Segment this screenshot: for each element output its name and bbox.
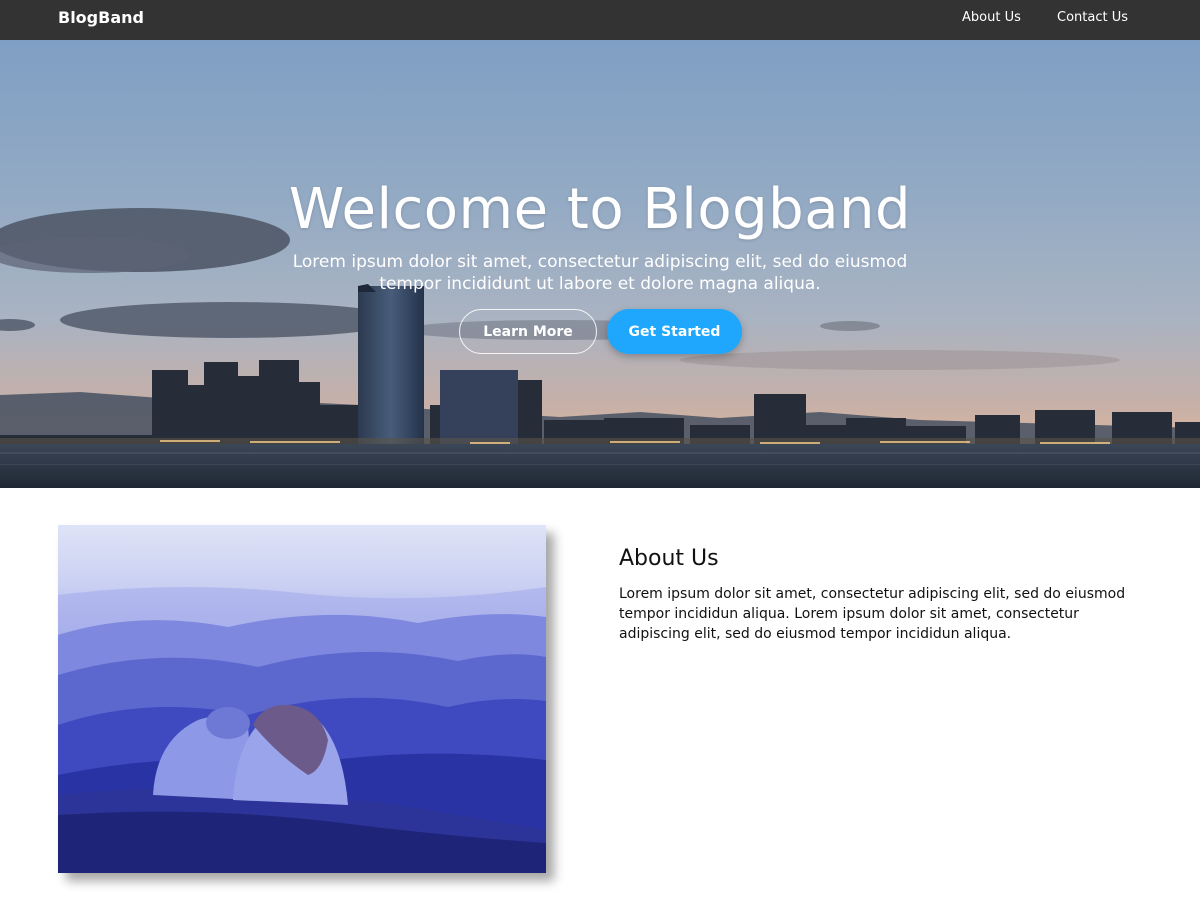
hero-content: Welcome to Blogband Lorem ipsum dolor si… [0, 40, 1200, 488]
about-photo [58, 525, 546, 873]
nav-contact-us-link[interactable]: Contact Us [1057, 10, 1128, 26]
about-us-heading: About Us [619, 546, 719, 571]
hero-section: Welcome to Blogband Lorem ipsum dolor si… [0, 40, 1200, 488]
brand-logo[interactable]: BlogBand [58, 8, 144, 28]
about-us-text: Lorem ipsum dolor sit amet, consectetur … [619, 586, 1126, 642]
get-started-button[interactable]: Get Started [607, 309, 742, 354]
couple-mountains-image [58, 525, 546, 873]
nav-about-us-link[interactable]: About Us [962, 10, 1021, 26]
hero-title: Welcome to Blogband [288, 177, 912, 242]
learn-more-button[interactable]: Learn More [459, 309, 597, 354]
hero-subtitle: Lorem ipsum dolor sit amet, consectetur … [292, 252, 908, 294]
top-navbar: BlogBand About Us Contact Us [0, 0, 1200, 40]
